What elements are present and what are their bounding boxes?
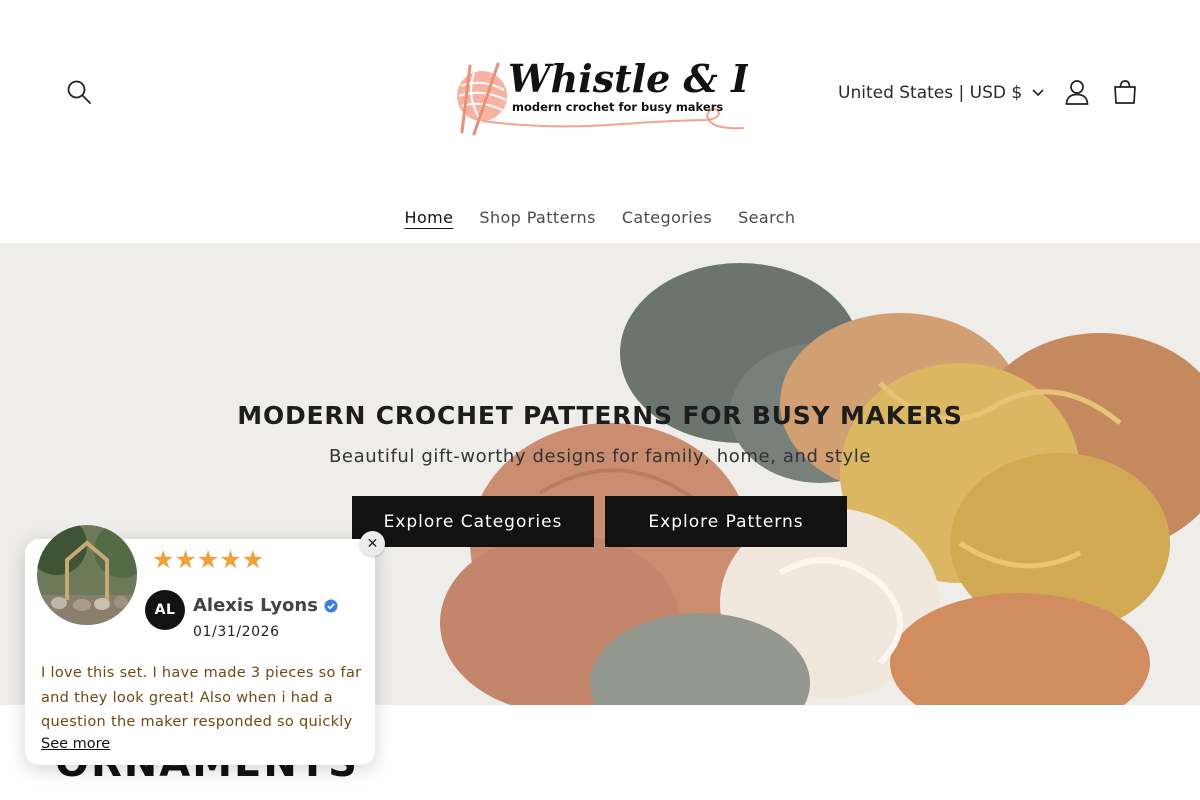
see-more-link[interactable]: See more xyxy=(41,736,110,752)
search-icon xyxy=(67,80,91,104)
nav-item-shop-patterns[interactable]: Shop Patterns xyxy=(466,200,608,240)
review-product-image[interactable] xyxy=(37,525,137,625)
nav-item-search[interactable]: Search xyxy=(725,200,808,240)
user-icon xyxy=(1065,80,1089,105)
account-button[interactable] xyxy=(1055,70,1099,114)
nav-item-categories[interactable]: Categories xyxy=(609,200,725,240)
review-text: I love this set. I have made 3 pieces so… xyxy=(41,665,362,730)
close-popup-button[interactable]: ✕ xyxy=(360,531,385,556)
site-logo[interactable]: Whistle & Ivy modern crochet for busy ma… xyxy=(452,48,796,138)
explore-categories-button[interactable]: Explore Categories xyxy=(352,496,594,547)
reviewer-name: Alexis Lyons xyxy=(193,595,318,616)
site-header: Whistle & Ivy modern crochet for busy ma… xyxy=(0,0,1200,243)
logo-title: Whistle & Ivy xyxy=(508,56,748,101)
chevron-down-icon xyxy=(1032,89,1044,97)
review-popup[interactable]: ★★★★★ AL Alexis Lyons 01/31/2026 I love … xyxy=(25,525,385,765)
hero-title: MODERN CROCHET PATTERNS FOR BUSY MAKERS xyxy=(237,401,963,430)
cart-icon xyxy=(1114,80,1136,104)
reviewer-name-row: Alexis Lyons xyxy=(193,595,338,616)
cart-button[interactable] xyxy=(1103,70,1147,114)
review-date: 01/31/2026 xyxy=(193,624,280,640)
country-label: United States | USD $ xyxy=(838,83,1023,103)
country-selector[interactable]: United States | USD $ xyxy=(838,72,1044,114)
hero-subtitle: Beautiful gift-worthy designs for family… xyxy=(328,446,872,467)
logo-tagline: modern crochet for busy makers xyxy=(512,100,723,114)
rating-stars: ★★★★★ xyxy=(152,545,265,574)
close-icon: ✕ xyxy=(366,535,379,552)
page: Whistle & Ivy modern crochet for busy ma… xyxy=(0,0,1200,800)
explore-patterns-button[interactable]: Explore Patterns xyxy=(605,496,847,547)
verified-badge-icon xyxy=(324,599,338,612)
search-button[interactable] xyxy=(57,70,101,114)
nav-item-home[interactable]: Home xyxy=(392,200,467,240)
avatar: AL xyxy=(145,590,185,630)
main-nav: Home Shop Patterns Categories Search xyxy=(0,200,1200,240)
